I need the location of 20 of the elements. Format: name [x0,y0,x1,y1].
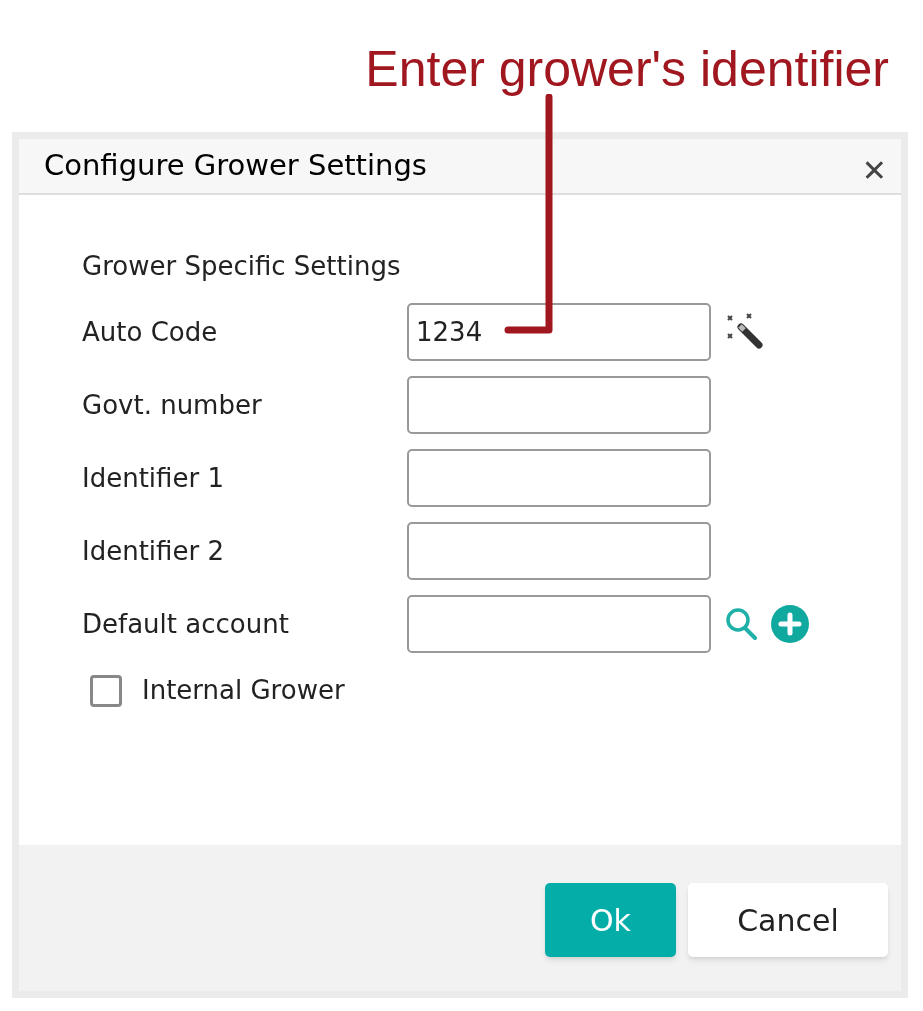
field-label: Identifier 2 [82,534,225,568]
section-title: Grower Specific Settings [82,251,402,281]
close-button[interactable]: ✕ [861,147,887,193]
input-field[interactable] [407,376,711,434]
field-label: Govt. number [82,388,263,422]
cancel-button[interactable]: Cancel [688,883,888,957]
magic-wand-icon[interactable] [725,313,763,351]
input-field[interactable] [407,522,711,580]
dialog-title: Configure Grower Settings [44,147,427,185]
annotation-text: Enter grower's identifier [365,40,889,99]
field-label: Auto Code [82,315,219,349]
checkbox[interactable] [90,674,122,707]
checkbox-label: Internal Grower [142,674,345,707]
add-icon[interactable] [771,605,809,643]
input-field[interactable]: 1234 [407,303,711,361]
input-field[interactable] [407,449,711,507]
search-icon[interactable] [725,607,757,641]
field-label: Default account [82,607,290,641]
field-label: Identifier 1 [82,461,225,495]
input-field[interactable] [407,595,711,653]
